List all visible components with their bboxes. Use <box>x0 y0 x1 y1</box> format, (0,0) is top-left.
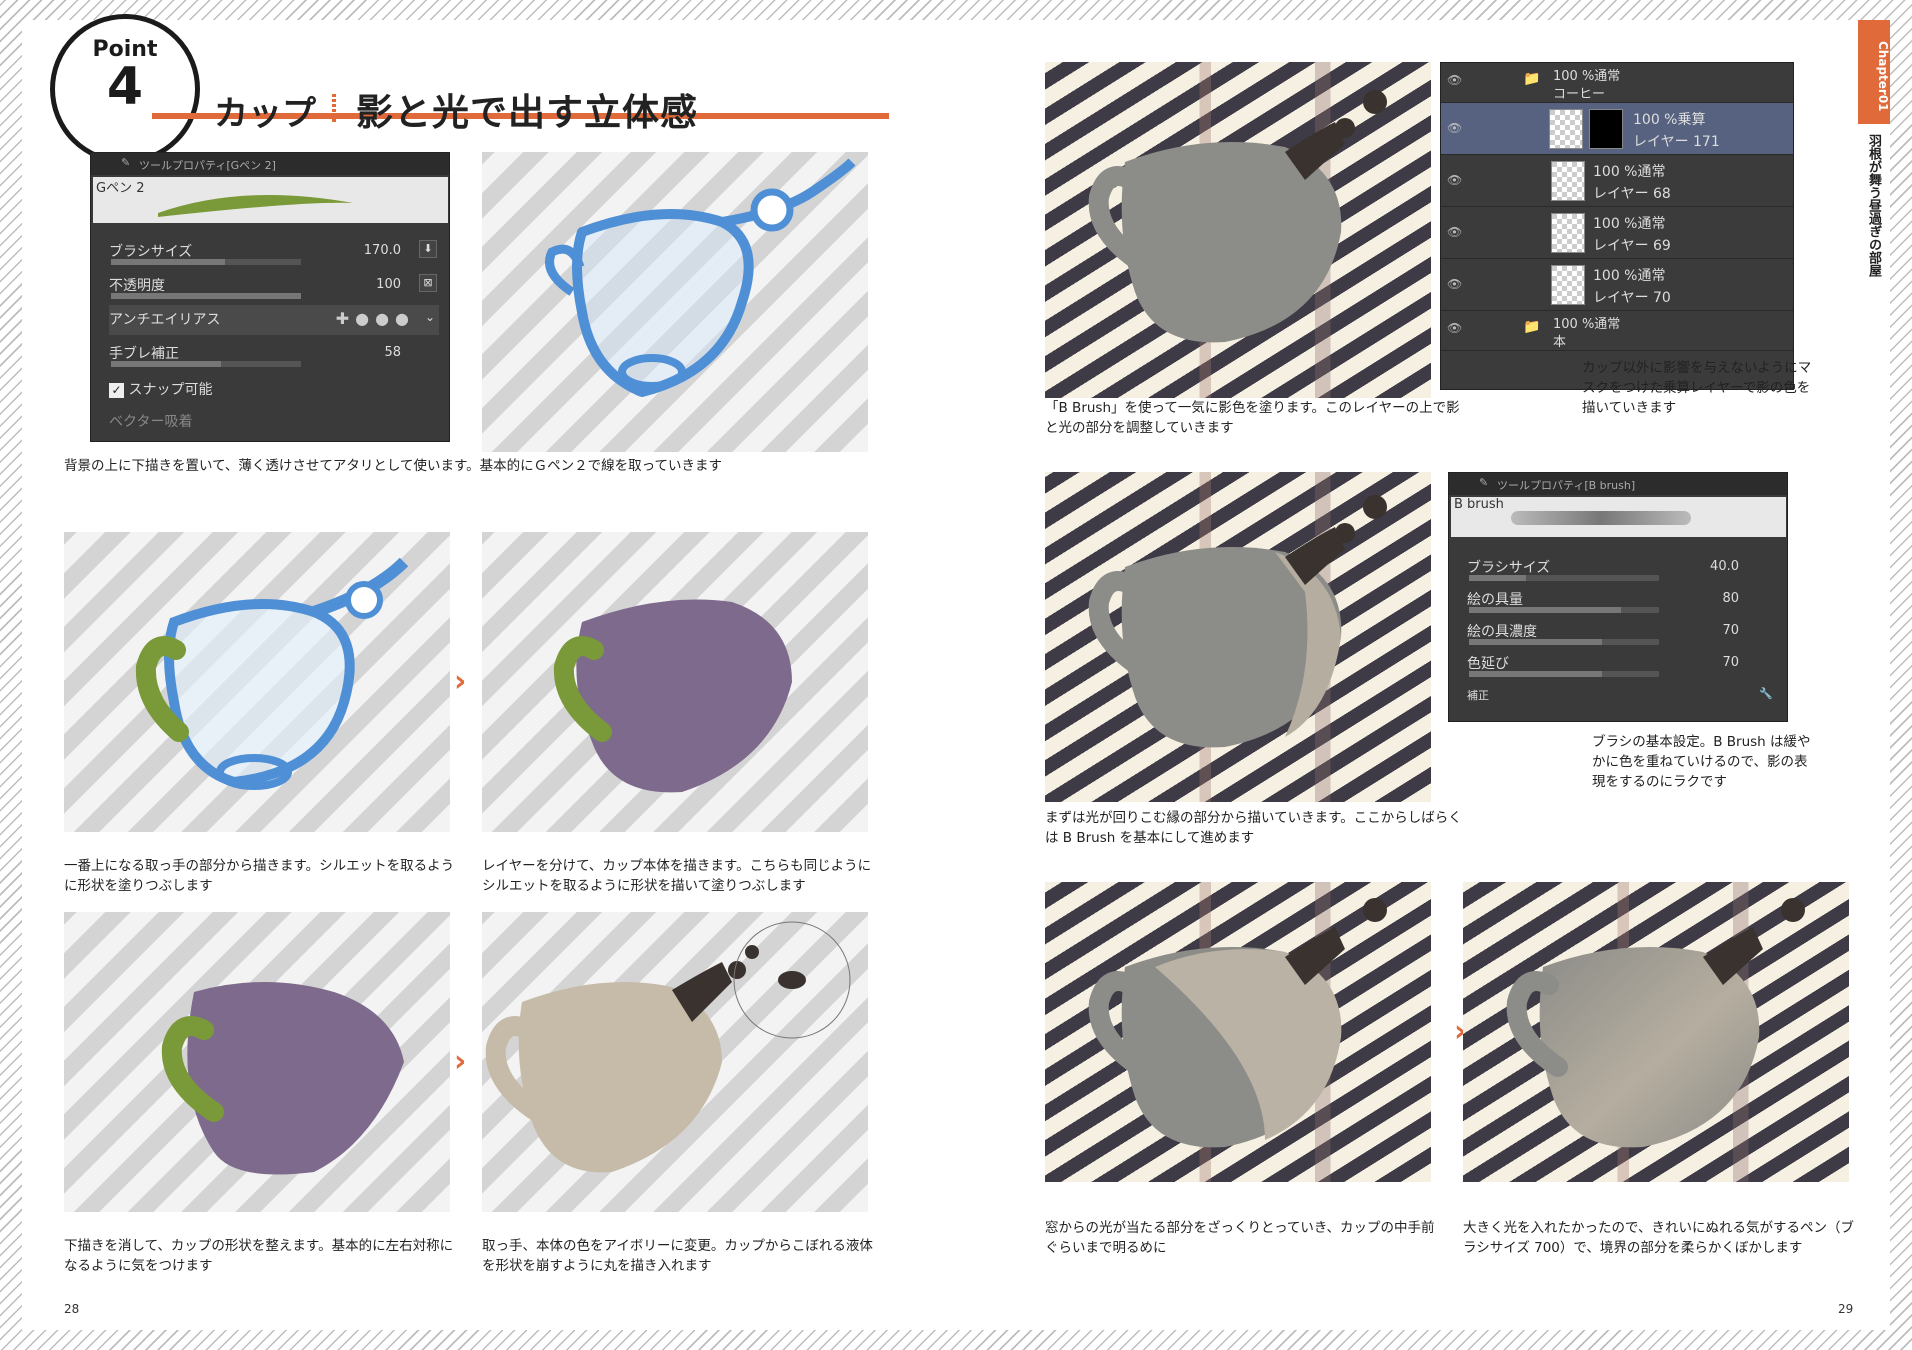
folder-icon: 📁 <box>1523 319 1541 335</box>
panel-sketch-overlay <box>482 152 868 452</box>
panel-soft-blend <box>1463 882 1849 1182</box>
folder-icon: 📁 <box>1523 71 1541 87</box>
cup-sketch-lines <box>545 158 856 397</box>
layer-row[interactable]: 👁 100 %通常 レイヤー 69 <box>1441 207 1793 259</box>
layers-panel: 👁 📁 100 %通常 コーヒー 👁 100 %乗算 レイヤー 171 👁 10… <box>1440 62 1794 390</box>
point-badge: Point 4 <box>50 14 200 164</box>
caption-3: レイヤーを分けて、カップ本体を描きます。こちらも同じようにシルエットを取るように… <box>482 858 872 894</box>
pen-icon: ✎ <box>121 156 131 169</box>
brush-preview: Gペン 2 <box>93 177 448 223</box>
page-number-left: 28 <box>64 1302 80 1316</box>
setting-correction[interactable]: 補正 🔧 <box>1467 683 1777 713</box>
section-title: 影と光で出す立体感 <box>356 91 698 134</box>
setting-color-stretch[interactable]: 色延び 70 <box>1467 649 1777 679</box>
point-number: 4 <box>106 57 144 117</box>
setting-antialias[interactable]: アンチエイリアス ✚●●● ⌄ <box>109 305 439 335</box>
mask-thumbnail <box>1589 109 1623 149</box>
page-spread: Point 4 カップ 影と光で出す立体感 ✎ ツールプロパティ[Gペン 2] … <box>22 14 1890 1330</box>
layer-row[interactable]: 👁 100 %通常 レイヤー 68 <box>1441 155 1793 207</box>
brush-preview: B brush <box>1451 497 1786 537</box>
eye-icon[interactable]: 👁 <box>1447 225 1462 239</box>
tool-property-gpen: ✎ ツールプロパティ[Gペン 2] Gペン 2 ブラシサイズ 170.0 ⬇ 不… <box>90 152 450 442</box>
panel-rim-light <box>1045 472 1431 802</box>
layer-thumbnail <box>1551 161 1585 201</box>
setting-paint-density[interactable]: 絵の具濃度 70 <box>1467 617 1777 647</box>
opacity-slider[interactable] <box>111 293 301 299</box>
setting-brush-size[interactable]: ブラシサイズ 170.0 ⬇ <box>109 237 439 267</box>
caption-7: カップ以外に影響を与えないようにマスクをつけた乗算レイヤーで影の色を描いていきま… <box>1582 360 1812 416</box>
chapter-tab: Chapter01 <box>1858 20 1890 124</box>
chevron-down-icon[interactable]: ⌄ <box>425 310 435 324</box>
download-icon[interactable]: ⬇ <box>419 240 437 258</box>
caption-5: 取っ手、本体の色をアイボリーに変更。カップからこぼれる液体を形状を崩すように丸を… <box>482 1238 873 1274</box>
brush-name: Gペン 2 <box>96 181 145 196</box>
brush-name: B brush <box>1454 497 1504 512</box>
caption-9: ブラシの基本設定。B Brush は緩やかに色を重ねていけるので、影の表現をする… <box>1592 734 1811 790</box>
panel-body-silhouette <box>482 532 868 832</box>
arrow-icon: › <box>454 1044 467 1079</box>
panel-handle-silhouette <box>64 532 450 832</box>
expand-icon[interactable]: ⊠ <box>419 274 437 292</box>
eye-icon[interactable]: 👁 <box>1447 121 1462 135</box>
layer-row[interactable]: 👁 📁 100 %通常 本 <box>1441 311 1793 351</box>
stroke-preview <box>1511 511 1691 525</box>
caption-2: 一番上になる取っ手の部分から描きます。シルエットを取るように形状を塗りつぶします <box>64 858 455 894</box>
stabilization-slider[interactable] <box>111 361 301 367</box>
layer-thumbnail <box>1551 213 1585 253</box>
stroke-preview <box>158 195 353 217</box>
panel-cleaned-shape <box>64 912 450 1212</box>
chapter-title: 羽根が舞う昼過ぎの部屋 <box>1866 134 1881 277</box>
layer-row[interactable]: 👁 📁 100 %通常 コーヒー <box>1441 63 1793 103</box>
caption-11: 大きく光を入れたかったので、きれいにぬれる気がするペン（ブラシサイズ 700）で… <box>1463 1220 1854 1256</box>
eye-icon[interactable]: 👁 <box>1447 73 1462 87</box>
title-separator <box>332 92 336 122</box>
caption-10: 窓からの光が当たる部分をざっくりとっていき、カップの中手前ぐらいまで明るめに <box>1045 1220 1435 1256</box>
panel-shadow-base <box>1045 62 1431 398</box>
eye-icon[interactable]: 👁 <box>1447 321 1462 335</box>
panel-ivory-cup <box>482 912 868 1212</box>
panel-window-light <box>1045 882 1431 1182</box>
setting-paint-amount[interactable]: 絵の具量 80 <box>1467 585 1777 615</box>
setting-snap[interactable]: ✓ スナップ可能 <box>109 375 439 405</box>
wrench-icon[interactable]: 🔧 <box>1759 687 1773 700</box>
eye-icon[interactable]: 👁 <box>1447 173 1462 187</box>
caption-1: 背景の上に下描きを置いて、薄く透けさせてアタリとして使います。基本的にＧペン２で… <box>64 458 722 474</box>
setting-vector-snap[interactable]: ベクター吸着 <box>109 407 439 437</box>
brush-icon: ✎ <box>1479 476 1489 489</box>
caption-6: 「B Brush」を使って一気に影色を塗ります。このレイヤーの上で影と光の部分を… <box>1045 400 1460 436</box>
setting-stabilization[interactable]: 手ブレ補正 58 <box>109 339 439 369</box>
caption-4: 下描きを消して、カップの形状を整えます。基本的に左右対称になるように気をつけます <box>64 1238 454 1274</box>
layer-row[interactable]: 👁 100 %通常 レイヤー 70 <box>1441 259 1793 311</box>
tool-property-title: ✎ ツールプロパティ[Gペン 2] <box>91 153 449 175</box>
arrow-icon: › <box>454 664 467 699</box>
tool-property-title: ✎ ツールプロパティ[B brush] <box>1449 473 1787 495</box>
checkbox-icon[interactable]: ✓ <box>109 383 124 398</box>
layer-thumbnail <box>1549 109 1583 149</box>
brush-size-slider[interactable] <box>111 259 301 265</box>
setting-opacity[interactable]: 不透明度 100 ⊠ <box>109 271 439 301</box>
setting-brush-size[interactable]: ブラシサイズ 40.0 <box>1467 553 1777 583</box>
caption-8: まずは光が回りこむ縁の部分から描いていきます。ここからしばらくは B Brush… <box>1045 810 1462 846</box>
section-subtitle: カップ <box>214 94 316 134</box>
antialias-options[interactable]: ✚●●● <box>336 309 415 328</box>
tool-property-bbrush: ✎ ツールプロパティ[B brush] B brush ブラシサイズ 40.0 … <box>1448 472 1788 722</box>
layer-thumbnail <box>1551 265 1585 305</box>
page-number-right: 29 <box>1838 1302 1854 1316</box>
eye-icon[interactable]: 👁 <box>1447 277 1462 291</box>
layer-row-selected[interactable]: 👁 100 %乗算 レイヤー 171 <box>1441 103 1793 155</box>
